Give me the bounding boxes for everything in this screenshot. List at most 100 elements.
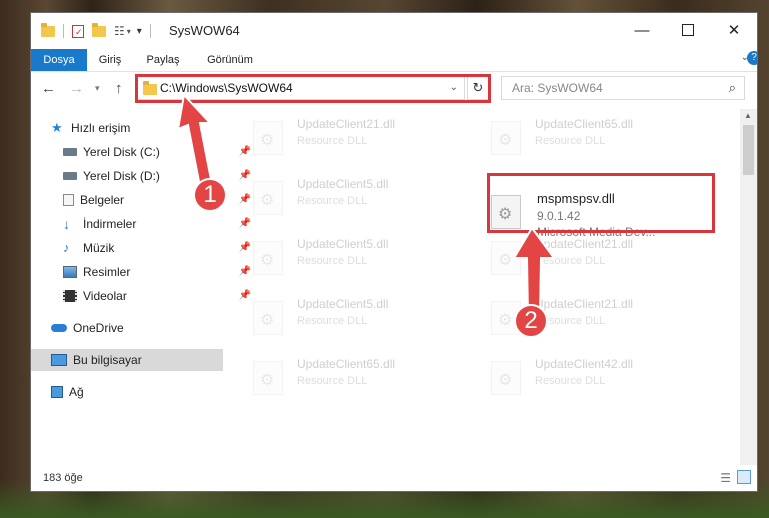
list-item[interactable]: UpdateClient65.dll Resource DLL [253,357,473,401]
sidebar-item-label: Yerel Disk (C:) [83,145,160,159]
tab-giris[interactable]: Giriş [89,49,131,71]
status-bar: 183 öğe ☰ [31,465,757,491]
file-name: UpdateClient5.dll [297,297,389,311]
file-type: Resource DLL [535,375,606,387]
sidebar-item-label: İndirmeler [83,217,137,231]
network-icon [51,386,63,398]
help-icon[interactable]: ? [747,51,757,65]
chevron-down-icon[interactable]: ▾ [127,27,131,36]
item-count: 183 öğe [43,472,83,484]
window-title: SysWOW64 [169,23,240,38]
documents-icon [63,194,74,206]
download-icon: ↓ [63,216,70,232]
customize-toolbar-icon[interactable]: ▾ [137,26,142,37]
list-item[interactable]: UpdateClient5.dll Resource DLL [253,177,473,221]
list-item[interactable]: UpdateClient42.dll Resource DLL [491,357,711,401]
list-item[interactable]: UpdateClient21.dll Resource DLL [253,117,473,161]
scrollbar-thumb[interactable] [743,125,754,175]
dll-file-icon [253,241,283,275]
toolbar-divider [149,24,151,38]
sidebar-item-label: Videolar [83,289,127,303]
close-icon: ✕ [727,22,741,39]
cloud-icon [51,324,67,332]
computer-icon [51,354,67,366]
sidebar-item-label: Belgeler [80,193,125,207]
file-type: Resource DLL [297,375,368,387]
scroll-up-icon[interactable]: ▲ [744,111,752,120]
back-button[interactable]: ← [41,80,56,97]
minimize-button[interactable]: — [619,13,665,47]
up-arrow-icon: ↑ [115,80,123,97]
up-button[interactable]: ↑ [115,80,123,97]
sidebar-item-downloads[interactable]: ↓ İndirmeler 📌 [31,213,255,235]
quick-access-toolbar: ✓ ☷ ▾ ▾ [41,22,151,40]
search-icon: ⌕ [728,80,736,95]
file-type: Resource DLL [535,135,606,147]
sidebar-item-label: OneDrive [73,321,124,335]
dll-file-icon [253,121,283,155]
large-icons-view-icon[interactable] [737,470,751,484]
list-item[interactable]: UpdateClient5.dll Resource DLL [253,237,473,281]
drive-icon [63,148,77,156]
dll-file-icon [491,121,521,155]
videos-icon [63,290,77,302]
search-placeholder: Ara: SysWOW64 [512,81,603,95]
title-bar: ✓ ☷ ▾ ▾ SysWOW64 — ✕ [31,13,757,49]
maximize-button[interactable] [665,13,711,47]
sidebar-item-network[interactable]: Ağ [31,381,243,403]
file-name: UpdateClient5.dll [297,237,389,251]
tab-dosya[interactable]: Dosya [31,49,87,71]
toolbar-divider [63,24,64,38]
file-type: Resource DLL [297,195,368,207]
properties-icon[interactable]: ✓ [72,24,84,38]
explorer-window: ✓ ☷ ▾ ▾ SysWOW64 — ✕ Dosya Giriş Paylaş … [30,12,758,492]
chevron-down-icon: ▾ [95,83,100,93]
file-type: Resource DLL [297,255,368,267]
forward-arrow-icon: → [69,80,84,97]
file-name: UpdateClient21.dll [297,117,396,131]
file-type: Resource DLL [297,135,368,147]
ribbon-tabs: Dosya Giriş Paylaş Görünüm ⌄ ? [31,49,757,72]
file-name: UpdateClient65.dll [535,117,634,131]
drive-icon [63,172,77,180]
dll-file-icon [253,181,283,215]
close-button[interactable]: ✕ [711,13,757,47]
dll-file-icon [253,301,283,335]
file-name: UpdateClient42.dll [535,357,634,371]
forward-button[interactable]: → [69,80,84,97]
star-icon: ★ [51,120,63,135]
file-name: UpdateClient65.dll [297,357,396,371]
new-folder-icon[interactable] [92,22,106,37]
recent-locations-button[interactable]: ▾ [95,83,100,94]
vertical-scrollbar[interactable]: ▲ ▼ [740,109,757,481]
file-type: Resource DLL [297,315,368,327]
tab-paylas[interactable]: Paylaş [139,49,187,71]
annotation-badge-2: 2 [514,304,548,338]
list-item[interactable]: UpdateClient5.dll Resource DLL [253,297,473,341]
details-view-icon[interactable]: ☰ [720,471,731,485]
maximize-icon [682,24,694,36]
folder-icon [41,22,55,37]
sidebar-item-pictures[interactable]: Resimler 📌 [31,261,255,283]
sidebar-item-music[interactable]: ♪ Müzik 📌 [31,237,255,259]
file-highlight [487,173,715,233]
list-item[interactable]: UpdateClient65.dll Resource DLL [491,117,711,161]
pictures-icon [63,266,77,278]
annotation-badge-1: 1 [193,178,227,212]
file-list: UpdateClient21.dll Resource DLL UpdateCl… [227,109,739,463]
dll-file-icon [253,361,283,395]
music-icon: ♪ [63,240,70,255]
dll-file-icon [491,361,521,395]
sidebar-item-label: Müzik [83,241,115,255]
view-options-icon[interactable]: ☷ [114,24,125,38]
sidebar-item-label: Ağ [69,385,84,399]
search-box[interactable]: Ara: SysWOW64 ⌕ [501,76,745,100]
tab-gorunum[interactable]: Görünüm [199,49,261,71]
sidebar-item-videos[interactable]: Videolar 📌 [31,285,255,307]
sidebar-item-label: Hızlı erişim [71,121,131,135]
sidebar-item-label: Bu bilgisayar [73,353,142,367]
file-name: UpdateClient5.dll [297,177,389,191]
sidebar-item-onedrive[interactable]: OneDrive [31,317,243,339]
sidebar-item-label: Yerel Disk (D:) [83,169,160,183]
sidebar-item-this-pc[interactable]: Bu bilgisayar [31,349,223,371]
